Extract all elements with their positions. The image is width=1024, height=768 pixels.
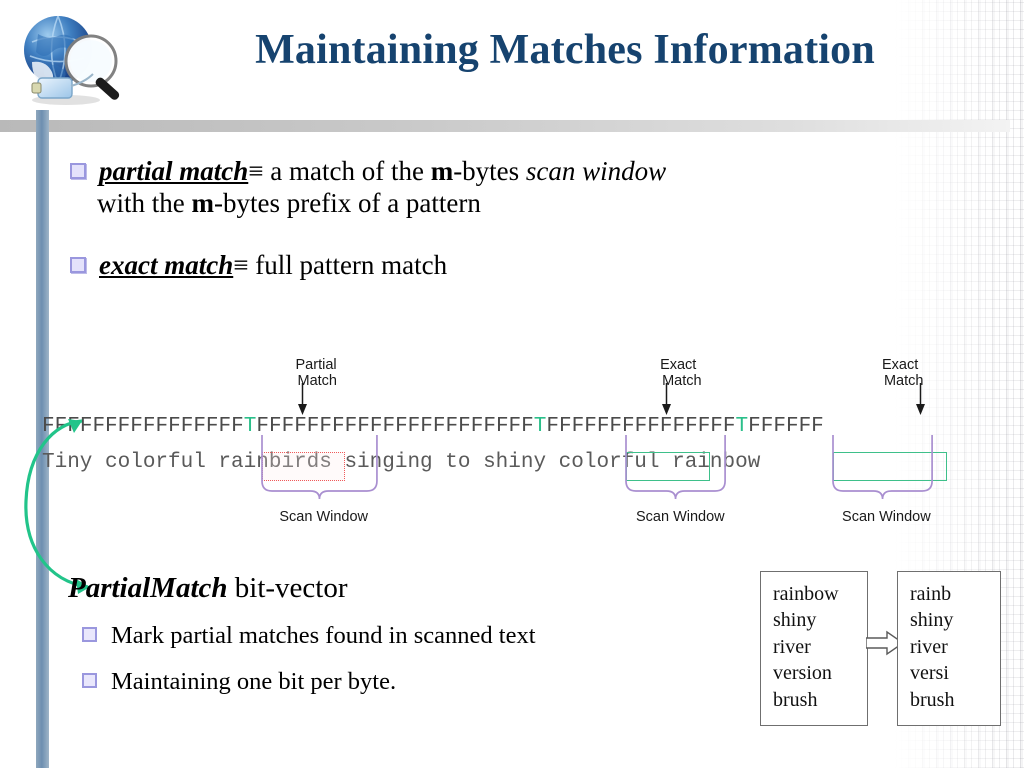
green-link-arrow-icon [24,419,90,594]
bit-true: T [735,415,749,438]
bit-false: F [558,415,572,438]
match-pointer-arrow-icon [297,383,307,415]
match-pointer-arrow-icon [662,383,672,415]
bullet-square-icon [70,162,86,179]
bit-false: F [609,415,623,438]
bit-false: F [407,415,421,438]
bit-false: F [483,415,496,438]
wordlist-truncated-item: brush [910,688,955,711]
bit-false: F [231,415,244,438]
bullet-square-icon [70,256,86,273]
bit-false: F [130,415,143,438]
callout-line-1: Exact [881,357,919,373]
bit-false: F [420,415,433,438]
term-partial-match: partial match [99,156,249,186]
wordlist-full-item: river [773,635,811,658]
wordlist-full-item: brush [773,688,818,711]
bullet-1-bold-m2: m [191,187,215,218]
bullet-2-text: full pattern match [248,250,448,280]
bullet-partial-match: partial match≡ a match of the m-bytes sc… [70,156,1000,220]
partialmatch-heading: PartialMatch bit-vector [68,572,348,605]
bit-false: F [395,415,408,438]
partialmatch-heading-bold: PartialMatch [68,572,228,604]
bullet-1-line2-a: with the [97,187,192,218]
wordlist-full-item: version [773,662,832,685]
bit-false: F [218,415,232,438]
wordlist-truncated-item: shiny [910,609,954,632]
bit-false: F [193,415,206,438]
bit-false: F [382,415,396,438]
bit-false: F [180,415,194,438]
scan-window-label: Scan Window [279,509,369,525]
bit-false: F [773,415,786,438]
bullet-1-text-b: -bytes [453,156,526,186]
bit-false: F [546,415,559,438]
bit-true: T [533,415,547,438]
bit-false: F [470,415,484,438]
page-title: Maintaining Matches Information [255,27,875,73]
bit-false: F [445,415,459,438]
scan-window-label: Scan Window [842,509,931,525]
bullet-1-scan-window: scan window [525,156,667,186]
partialmatch-heading-rest: bit-vector [227,572,348,604]
bit-false: F [168,415,181,438]
bit-false: F [584,415,597,438]
bullet-square-icon [82,626,97,642]
match-pointer-arrow-icon [915,383,925,415]
bit-false: F [760,415,774,438]
bit-true: T [243,415,257,438]
wordlist-full: rainbow shiny river version brush [760,571,868,726]
bullet-square-icon [82,672,97,688]
wordlist-full-item: rainbow [773,583,839,605]
wordlist-truncated-item: versi [910,662,949,685]
wordlist-truncated: rainb shiny river versi brush [897,571,1001,726]
scan-window-brace [625,435,727,500]
scan-window-brace [831,435,933,500]
globe-magnifier-logo [24,15,120,105]
scan-window-label: Scan Window [636,509,725,525]
bit-false: F [142,415,156,438]
bit-false: F [571,415,585,438]
bit-false: F [432,415,446,438]
sub-bullet-one-bit-per-byte: Maintaining one bit per byte. [82,668,396,696]
header-divider-bar [0,120,1010,132]
scan-window-diagram: FFFFFFFFFFFFFFFFTFFFFFFFFFFFFFFFFFFFFFFT… [0,355,1024,550]
bit-false: F [811,415,824,438]
bit-false: F [205,415,219,438]
bullet-1-line2-b: -bytes prefix of a pattern [214,187,481,218]
bit-false: F [596,415,610,438]
bit-false: F [798,415,812,438]
term-exact-match: exact match [99,250,234,280]
bullet-1-text-a: a match of the [263,156,431,186]
equiv-symbol-2: ≡ [233,250,249,280]
wordlist-truncated-item: river [910,635,948,658]
bit-false: F [458,415,471,438]
bit-false: F [117,415,131,438]
scan-window-brace [261,435,378,500]
bullet-1-line2: with the m-bytes prefix of a pattern [97,188,1000,220]
bullet-exact-match: exact match≡ full pattern match [70,250,1000,282]
bit-false: F [508,415,522,438]
bit-false: F [105,415,118,438]
sub-bullet-2-label: Maintaining one bit per byte. [111,668,397,695]
bit-false: F [521,415,534,438]
bit-false: F [748,415,761,438]
wordlist-full-item: shiny [773,609,817,632]
bit-false: F [785,415,799,438]
callout-line-1: Exact [660,357,697,373]
callout-line-1: Partial [295,357,337,373]
slide-canvas: Maintaining Matches Information partial … [0,0,1024,768]
wordlist-truncated-item: rainb [910,583,952,605]
sub-bullet-mark-partial-matches: Mark partial matches found in scanned te… [82,622,536,650]
sub-bullet-1-label: Mark partial matches found in scanned te… [111,622,536,649]
bullet-1-bold-m: m [430,156,454,186]
bit-false: F [495,415,509,438]
equiv-symbol: ≡ [248,156,264,186]
bit-false: F [155,415,169,438]
